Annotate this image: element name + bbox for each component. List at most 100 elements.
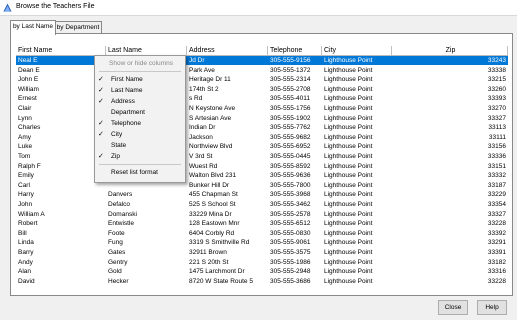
- menu-separator: [99, 71, 181, 72]
- list-header: First Name Last Name Address Telephone C…: [16, 46, 508, 56]
- cell-zip: 33291: [487, 239, 506, 247]
- cell-city: Lighthouse Point: [324, 201, 373, 208]
- menu-item-first-name[interactable]: ✓ First Name: [95, 74, 185, 85]
- table-row[interactable]: William 174th St 2 305-555-2708 Lighthouse …: [16, 85, 508, 94]
- cell-first-name: Amy: [18, 133, 31, 141]
- table-row[interactable]: John E Heritage Dr 11 305-555-2314 Lighthou…: [16, 75, 508, 84]
- check-icon: ✓: [98, 76, 104, 83]
- menu-item-last-name[interactable]: ✓ Last Name: [95, 85, 185, 96]
- cell-zip: 33327: [487, 114, 506, 122]
- cell-telephone: 305-555-0445: [270, 153, 311, 160]
- cell-telephone: 305-555-7762: [270, 124, 311, 132]
- cell-first-name: Ernest: [18, 95, 37, 103]
- cell-last-name: Domanski: [108, 210, 137, 218]
- menu-item-city[interactable]: ✓ City: [95, 129, 185, 140]
- cell-telephone: 305-555-2578: [270, 210, 311, 218]
- cell-city: Lighthouse Point: [324, 258, 373, 266]
- table-row[interactable]: Charles Indian Dr 305-555-7762 Lighthouse P…: [16, 123, 508, 132]
- menu-item-reset-list-format[interactable]: Reset list format: [95, 167, 185, 178]
- menu-separator: [99, 164, 181, 165]
- table-row[interactable]: William A Domanski 33229 Mina Dr 305-555-25…: [16, 210, 508, 219]
- table-row[interactable]: Dean E Park Ave 305-555-1372 Lighthouse Poi…: [16, 66, 508, 75]
- menu-item-telephone[interactable]: ✓ Telephone: [95, 118, 185, 129]
- cell-telephone: 305-555-1372: [270, 66, 311, 74]
- cell-telephone: 305-555-2708: [270, 85, 311, 93]
- cell-last-name: Gates: [108, 249, 126, 256]
- table-row[interactable]: Ralph F Wuest Rd 305-555-8592 Lighthouse Po…: [16, 162, 508, 171]
- table-row[interactable]: Carl Bunker Hill Dr 305-555-7800 Lighthouse…: [16, 181, 508, 190]
- table-row[interactable]: Tom V 3rd St 305-555-0445 Lighthouse Point 3…: [16, 152, 508, 161]
- table-row[interactable]: Clair N Keystone Ave 305-555-1756 Lighthous…: [16, 104, 508, 113]
- check-icon: ✓: [98, 120, 104, 127]
- cell-first-name: Dean E: [18, 66, 40, 74]
- column-header-address[interactable]: Address: [187, 46, 268, 55]
- table-row[interactable]: John Defalco 525 S School St 305-555-3462 Li…: [16, 200, 508, 209]
- cell-telephone: 305-555-9636: [270, 172, 311, 180]
- column-header-first-name[interactable]: First Name: [16, 46, 106, 55]
- table-row[interactable]: David Hecker 8720 W State Route 5 305-555-3…: [16, 277, 508, 286]
- menu-item-state[interactable]: State: [95, 140, 185, 151]
- column-header-city[interactable]: City: [322, 46, 392, 55]
- cell-telephone: 305-555-3968: [270, 191, 311, 199]
- cell-zip: 33332: [487, 172, 506, 180]
- table-row[interactable]: Robert Entwistle 128 Eastown Mnr 305-555-65…: [16, 219, 508, 228]
- table-row[interactable]: Ernest s Rd 305-555-4011 Lighthouse Point 33…: [16, 94, 508, 103]
- table-row[interactable]: Neal E Jd Dr 305-555-9156 Lighthouse Point 3…: [16, 56, 508, 65]
- cell-first-name: William: [18, 85, 39, 93]
- help-button[interactable]: Help: [477, 300, 507, 315]
- cell-first-name: Luke: [18, 143, 33, 151]
- cell-city: Lighthouse Point: [324, 220, 373, 228]
- cell-address: 6404 Corbly Rd: [189, 229, 235, 237]
- table-row[interactable]: Barry Gates 32911 Brown 305-555-3575 Lightho…: [16, 248, 508, 257]
- cell-city: Lighthouse Point: [324, 191, 373, 199]
- cell-address: 33229 Mina Dr: [189, 210, 232, 218]
- table-row[interactable]: Emily Walton Blvd 231 305-555-9636 Lighthou…: [16, 171, 508, 180]
- table-row[interactable]: Amy Jackson 305-555-9682 Lighthouse Point 33…: [16, 133, 508, 142]
- column-header-last-name[interactable]: Last Name: [106, 46, 187, 55]
- cell-city: Lighthouse Point: [324, 162, 373, 170]
- cell-address: 455 Chapman St: [189, 191, 238, 199]
- cell-city: Lighthouse Point: [324, 249, 373, 256]
- cell-first-name: Ralph F: [18, 162, 41, 170]
- window-title: Browse the Teachers File: [16, 3, 95, 10]
- cell-telephone: 305-555-1756: [270, 105, 311, 112]
- table-row[interactable]: Lynn S Artesian Ave 305-555-1902 Lighthouse…: [16, 114, 508, 123]
- table-row[interactable]: Linda Fung 3319 S Smithville Rd 305-555-906…: [16, 238, 508, 247]
- cell-zip: 33113: [488, 124, 506, 132]
- menu-item-zip[interactable]: ✓ Zip: [95, 151, 185, 162]
- table-row[interactable]: Luke Northview Blvd 305-555-6952 Lighthouse…: [16, 142, 508, 151]
- close-button[interactable]: Close: [438, 300, 468, 315]
- cell-first-name: Tom: [18, 153, 31, 160]
- table-row[interactable]: Bill Foote 6404 Corbly Rd 305-555-0830 Light…: [16, 229, 508, 238]
- table-row[interactable]: Alan Gold 1475 Larchmont Dr 305-555-2948 Lig…: [16, 267, 508, 276]
- cell-telephone: 305-555-1902: [270, 114, 311, 122]
- cell-address: 32911 Brown: [189, 249, 227, 256]
- cell-first-name: Carl: [18, 181, 30, 189]
- cell-telephone: 305-555-9061: [270, 239, 311, 247]
- menu-item-address[interactable]: ✓ Address: [95, 96, 185, 107]
- column-visibility-menu: Show or hide columns ✓ First Name ✓ Last N…: [94, 55, 186, 183]
- cell-zip: 33392: [487, 229, 506, 237]
- column-header-zip[interactable]: Zip: [392, 46, 508, 55]
- cell-zip: 33229: [487, 191, 506, 199]
- cell-address: Walton Blvd 231: [189, 172, 237, 180]
- cell-city: Lighthouse Point: [324, 66, 373, 74]
- menu-title: Show or hide columns: [109, 60, 173, 67]
- column-header-telephone[interactable]: Telephone: [268, 46, 322, 55]
- cell-address: 128 Eastown Mnr: [189, 220, 240, 228]
- cell-city: Lighthouse Point: [324, 239, 373, 247]
- table-row[interactable]: Harry Danvers 455 Chapman St 305-555-3968 Li…: [16, 190, 508, 199]
- app-icon: [3, 3, 12, 12]
- table-row[interactable]: Andy Gentry 221 S 20th St 305-555-1986 Light…: [16, 258, 508, 267]
- cell-city: Lighthouse Point: [324, 95, 373, 103]
- cell-first-name: David: [18, 277, 35, 285]
- cell-address: 525 S School St: [189, 201, 236, 208]
- tab-by-last-name[interactable]: by Last Name: [10, 20, 56, 35]
- cell-last-name: Gold: [108, 268, 122, 276]
- cell-address: Park Ave: [189, 66, 215, 74]
- cell-address: Jackson: [189, 133, 213, 141]
- cell-zip: 33354: [487, 201, 506, 208]
- cell-address: Wuest Rd: [189, 162, 218, 170]
- cell-last-name: Foote: [108, 229, 125, 237]
- menu-item-department[interactable]: Department: [95, 107, 185, 118]
